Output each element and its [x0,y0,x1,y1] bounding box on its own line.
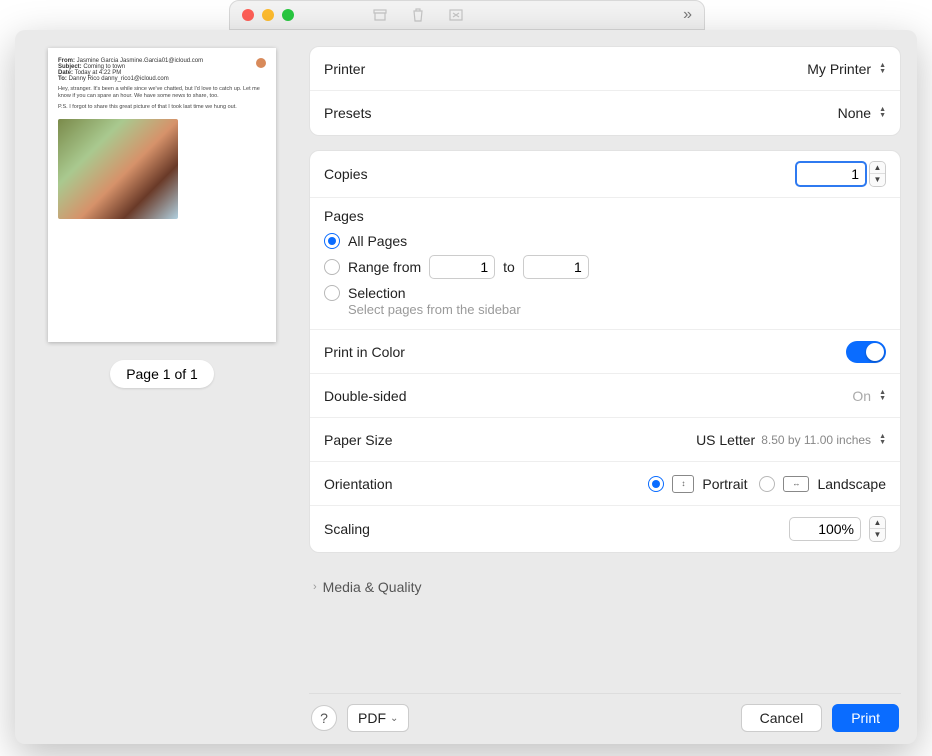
double-sided-value: On [852,388,871,404]
print-color-label: Print in Color [324,344,405,360]
printer-popup[interactable]: My Printer ▲▼ [807,61,886,77]
landscape-label: Landscape [817,476,886,492]
expand-toolbar-icon: » [683,6,692,24]
printer-presets-card: Printer My Printer ▲▼ Presets None ▲▼ [309,46,901,136]
radio-unchecked-icon [324,285,340,301]
dialog-bottom-bar: ? PDF ⌄ Cancel Print [309,693,901,744]
preview-body-2: P.S. I forgot to share this great pictur… [58,104,266,111]
pdf-menu-button[interactable]: PDF ⌄ [347,704,409,732]
range-to-input[interactable] [523,255,589,279]
page-counter: Page 1 of 1 [110,360,214,388]
all-pages-label: All Pages [348,233,407,249]
popup-arrows-icon: ▲▼ [879,434,886,446]
archive-icon [370,5,390,25]
preview-photo [58,119,178,219]
cancel-button[interactable]: Cancel [741,704,823,732]
range-from-label: Range from [348,259,421,275]
preview-to-value: Danny Rico danny_rico1@icloud.com [69,76,169,82]
minimize-window-button[interactable] [262,9,274,21]
orientation-landscape-option[interactable]: ↔ Landscape [759,476,886,492]
paper-size-popup[interactable]: US Letter 8.50 by 11.00 inches ▲▼ [696,432,886,448]
options-card: Copies ▲ ▼ Pages All Pages [309,150,901,553]
preview-page: From: Jasmine Garcia Jasmine.Garcia01@ic… [48,48,276,342]
junk-icon [446,5,466,25]
scaling-step-up[interactable]: ▲ [870,517,885,529]
radio-unchecked-icon [759,476,775,492]
radio-checked-icon [324,233,340,249]
presets-popup[interactable]: None ▲▼ [838,105,886,121]
preview-panel: From: Jasmine Garcia Jasmine.Garcia01@ic… [15,30,309,744]
print-color-toggle[interactable] [846,341,886,363]
scaling-label: Scaling [324,521,370,537]
radio-unchecked-icon [324,259,340,275]
print-dialog-sheet: From: Jasmine Garcia Jasmine.Garcia01@ic… [15,30,917,744]
paper-size-value: US Letter [696,432,755,448]
traffic-lights [242,9,294,21]
copies-step-up[interactable]: ▲ [870,162,885,174]
popup-arrows-icon: ▲▼ [879,390,886,402]
media-quality-label: Media & Quality [323,579,422,595]
copies-stepper[interactable]: ▲ ▼ [795,161,886,187]
popup-arrows-icon: ▲▼ [879,63,886,75]
range-option[interactable]: Range from to [324,252,886,282]
selection-label: Selection [348,285,406,301]
presets-label: Presets [324,105,371,121]
pages-section: Pages All Pages Range from to Selection [310,198,900,330]
scaling-step-down[interactable]: ▼ [870,529,885,541]
trash-icon [408,5,428,25]
copies-step-down[interactable]: ▼ [870,174,885,186]
pdf-label: PDF [358,710,386,726]
printer-value: My Printer [807,61,871,77]
double-sided-popup[interactable]: On ▲▼ [852,388,886,404]
orientation-portrait-option[interactable]: ↕ Portrait [648,475,747,493]
popup-arrows-icon: ▲▼ [879,107,886,119]
background-window-toolbar: » [229,0,705,30]
orientation-label: Orientation [324,476,392,492]
selection-option[interactable]: Selection [324,282,886,304]
scaling-input[interactable] [789,517,861,541]
close-window-button[interactable] [242,9,254,21]
print-button[interactable]: Print [832,704,899,732]
copies-input[interactable] [795,161,867,187]
all-pages-option[interactable]: All Pages [324,230,886,252]
preview-to-label: To: [58,76,67,82]
avatar-icon [256,58,266,68]
help-button[interactable]: ? [311,705,337,731]
paper-dimensions: 8.50 by 11.00 inches [761,433,871,447]
portrait-icon: ↕ [672,475,694,493]
portrait-label: Portrait [702,476,747,492]
preview-body-1: Hey, stranger. It's been a while since w… [58,86,266,100]
radio-checked-icon [648,476,664,492]
printer-label: Printer [324,61,365,77]
presets-value: None [838,105,871,121]
pages-label: Pages [324,208,886,224]
chevron-down-icon: ⌄ [390,713,398,724]
landscape-icon: ↔ [783,476,809,492]
selection-hint: Select pages from the sidebar [348,302,886,317]
range-from-input[interactable] [429,255,495,279]
double-sided-label: Double-sided [324,388,407,404]
print-options-panel: Printer My Printer ▲▼ Presets None ▲▼ Co… [309,30,917,744]
paper-size-label: Paper Size [324,432,392,448]
copies-label: Copies [324,166,368,182]
zoom-window-button[interactable] [282,9,294,21]
range-to-label: to [503,259,515,275]
chevron-right-icon: › [313,581,317,593]
media-quality-disclosure[interactable]: › Media & Quality [309,567,901,603]
